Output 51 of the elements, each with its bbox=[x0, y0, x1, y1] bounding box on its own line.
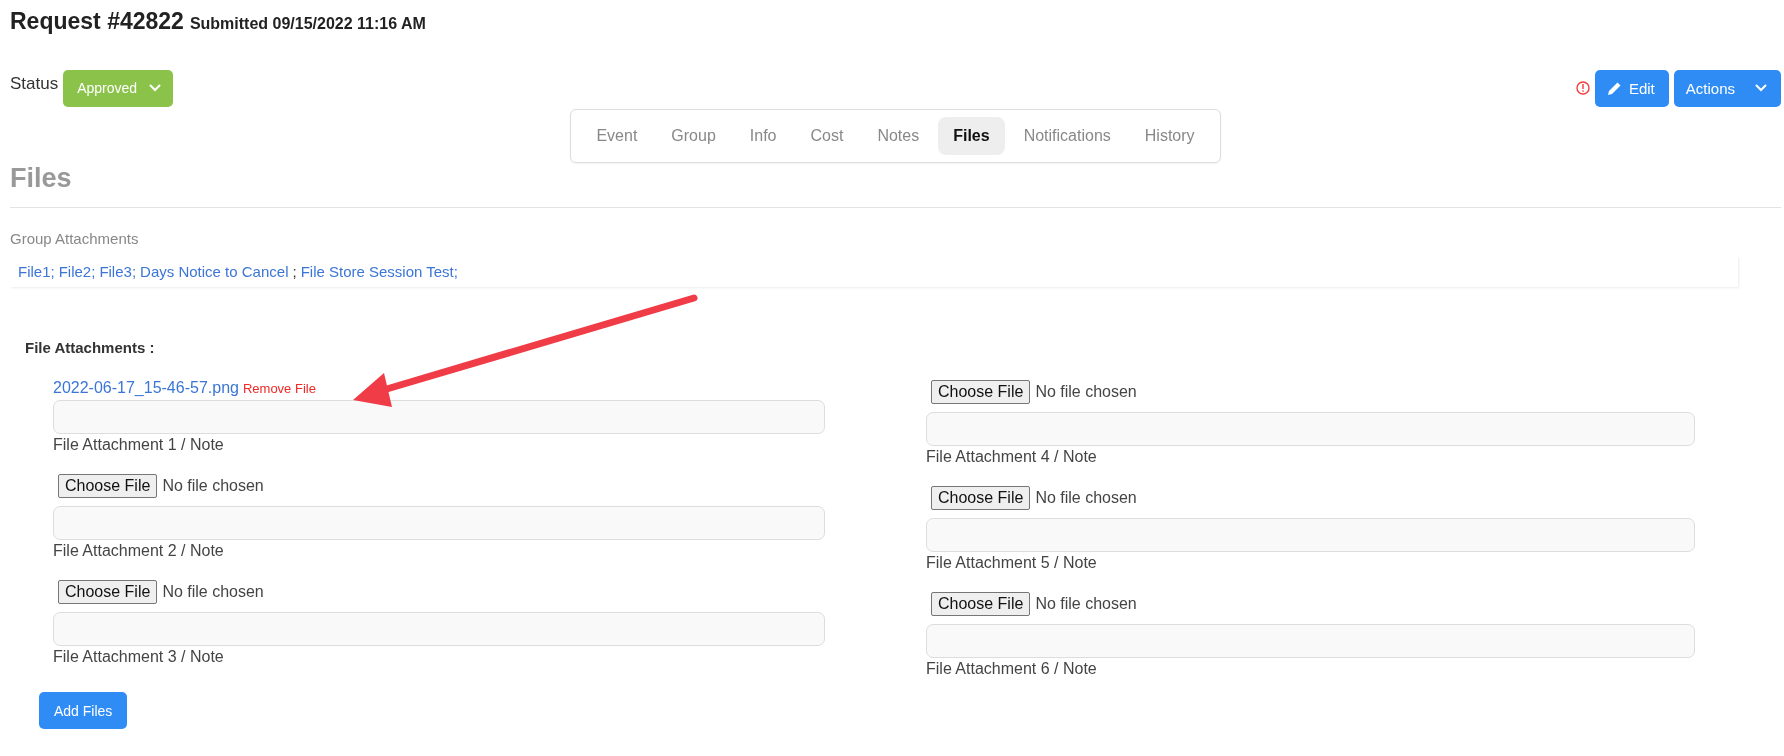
tab[interactable]: Group bbox=[656, 117, 731, 155]
tab[interactable]: Notifications bbox=[1008, 117, 1126, 155]
attachment-link[interactable]: File Store Session Test; bbox=[300, 263, 458, 280]
tab[interactable]: Files bbox=[938, 117, 1005, 155]
field-label: File Attachment 1 / Note bbox=[53, 435, 225, 455]
tab[interactable]: Event bbox=[581, 117, 653, 155]
pencil-icon bbox=[1606, 80, 1622, 96]
edit-button[interactable]: Edit bbox=[1594, 69, 1669, 107]
tab[interactable]: History bbox=[1129, 117, 1210, 155]
note-input-field[interactable] bbox=[926, 412, 1695, 446]
field-label: File Attachment 5 / Note bbox=[926, 553, 1098, 573]
choose-file-button[interactable]: Choose File bbox=[58, 580, 158, 604]
note-input-field[interactable] bbox=[53, 612, 825, 646]
chevron-down-icon bbox=[149, 84, 162, 92]
file-status-text: No file chosen bbox=[162, 477, 264, 495]
request-title: Request #42822 bbox=[10, 8, 184, 35]
submitted-date: Submitted 09/15/2022 11:16 AM bbox=[189, 15, 426, 33]
file-status-text: No file chosen bbox=[162, 583, 264, 601]
file-link[interactable]: 2022-06-17_15-46-57.png bbox=[53, 379, 239, 397]
choose-file-button[interactable]: Choose File bbox=[931, 592, 1031, 616]
group-attachments-label: Group Attachments bbox=[10, 230, 140, 247]
actions-dropdown-button[interactable]: Actions bbox=[1673, 69, 1781, 107]
file-status-text: No file chosen bbox=[1035, 595, 1137, 613]
field-label: File Attachment 2 / Note bbox=[53, 541, 225, 561]
file-status-text: No file chosen bbox=[1035, 489, 1137, 507]
field-label: File Attachment 6 / Note bbox=[926, 659, 1098, 679]
attachment-link[interactable]: File2; bbox=[58, 263, 96, 280]
alert-icon bbox=[1575, 81, 1590, 95]
file-status-text: No file chosen bbox=[1035, 383, 1137, 401]
separator-text: ; bbox=[292, 263, 297, 280]
tab[interactable]: Cost bbox=[795, 117, 859, 155]
note-input-field[interactable] bbox=[926, 518, 1695, 552]
note-input-field[interactable] bbox=[53, 506, 825, 540]
note-input-field[interactable] bbox=[926, 624, 1695, 658]
attachment-link[interactable]: Days Notice to Cancel bbox=[140, 263, 289, 280]
chevron-down-icon bbox=[1755, 84, 1767, 92]
remove-file-link[interactable]: Remove File bbox=[242, 380, 316, 396]
tab[interactable]: Notes bbox=[862, 117, 935, 155]
tab[interactable]: Info bbox=[734, 117, 792, 155]
status-label: Status bbox=[10, 74, 59, 94]
field-label: File Attachment 3 / Note bbox=[53, 647, 225, 667]
file-attachments-heading: File Attachments : bbox=[25, 339, 156, 356]
attachment-link[interactable]: File1; bbox=[18, 263, 55, 280]
attachment-link[interactable]: File3; bbox=[99, 263, 137, 280]
choose-file-button[interactable]: Choose File bbox=[931, 380, 1031, 404]
add-files-button[interactable]: Add Files bbox=[39, 692, 128, 729]
section-heading: Files bbox=[10, 163, 1781, 208]
note-input-field[interactable] bbox=[53, 400, 825, 434]
choose-file-button[interactable]: Choose File bbox=[931, 486, 1031, 510]
field-label: File Attachment 4 / Note bbox=[926, 447, 1098, 467]
choose-file-button[interactable]: Choose File bbox=[58, 474, 158, 498]
